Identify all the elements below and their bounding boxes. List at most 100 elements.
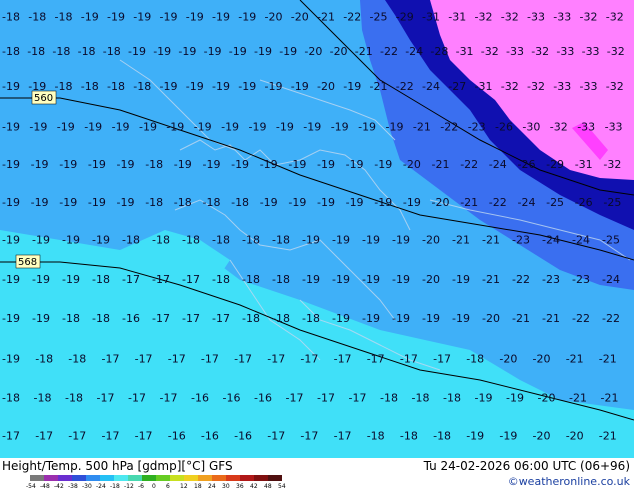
- map-title: Height/Temp. 500 hPa [gdmp][°C] GFS: [2, 459, 233, 473]
- temperature-label: -18: [443, 392, 461, 405]
- temperature-label: -31: [422, 10, 440, 23]
- temperature-label: -19: [317, 158, 335, 171]
- scale-swatch: [184, 475, 198, 481]
- scale-label: -54: [26, 483, 36, 489]
- temperature-label: -18: [152, 234, 170, 247]
- temperature-label: -19: [422, 312, 440, 325]
- temperature-label: -19: [153, 45, 171, 58]
- temperature-label: -17: [35, 429, 53, 442]
- temperature-label: -18: [78, 45, 96, 58]
- temperature-label: -24: [489, 158, 507, 171]
- temperature-label: -20: [482, 312, 500, 325]
- temperature-label: -18: [380, 392, 398, 405]
- temperature-label: -17: [168, 353, 186, 366]
- scale-swatch: [128, 475, 142, 481]
- temperature-label: -20: [533, 353, 551, 366]
- temperature-label: -32: [606, 80, 624, 93]
- temperature-label: -19: [81, 10, 99, 23]
- temperature-label: -19: [57, 121, 75, 134]
- temperature-label: -22: [460, 158, 478, 171]
- map-footer: Height/Temp. 500 hPa [gdmp][°C] GFS Tu 2…: [0, 458, 634, 490]
- temperature-label: -19: [238, 10, 256, 23]
- scale-swatch: [114, 475, 128, 481]
- temperature-label: -17: [160, 392, 178, 405]
- temperature-label: -17: [201, 353, 219, 366]
- temperature-label: -29: [396, 10, 414, 23]
- temperature-label: -32: [550, 121, 568, 134]
- temperature-label: -17: [152, 273, 170, 286]
- temperature-label: -19: [194, 121, 212, 134]
- temperature-label: -19: [84, 121, 102, 134]
- temperature-label: -19: [303, 121, 321, 134]
- temperature-label: -19: [88, 158, 106, 171]
- temperature-label: -19: [291, 80, 309, 93]
- temperature-label: -19: [332, 234, 350, 247]
- temperature-label: -20: [330, 45, 348, 58]
- temperature-label: -32: [527, 80, 545, 93]
- temperature-label: -19: [128, 45, 146, 58]
- scale-label: 54: [278, 483, 286, 489]
- temperature-label: -26: [518, 158, 536, 171]
- temperature-label: -20: [538, 392, 556, 405]
- temperature-label: -25: [546, 196, 564, 209]
- temperature-label: -18: [203, 196, 221, 209]
- temperature-label: -19: [112, 121, 130, 134]
- temperature-label: -16: [191, 392, 209, 405]
- temperature-label: -21: [355, 45, 373, 58]
- scale-label: 6: [166, 483, 170, 489]
- temperature-label: -20: [432, 196, 450, 209]
- temperature-label: -17: [68, 429, 86, 442]
- temperature-label: -19: [212, 10, 230, 23]
- temperature-label: -18: [412, 392, 430, 405]
- temperature-label: -19: [332, 312, 350, 325]
- temperature-label: -19: [2, 80, 20, 93]
- temperature-label: -23: [572, 273, 590, 286]
- credit-link[interactable]: ©weatheronline.co.uk: [508, 475, 630, 488]
- temperature-label: -19: [238, 80, 256, 93]
- temperature-label: -17: [182, 312, 200, 325]
- temperature-label: -18: [242, 312, 260, 325]
- temperature-label: -19: [302, 234, 320, 247]
- temperature-label: -20: [304, 45, 322, 58]
- temperature-label: -31: [575, 158, 593, 171]
- temperature-label: -19: [32, 234, 50, 247]
- temperature-label: -19: [117, 158, 135, 171]
- temperature-label: -19: [92, 234, 110, 247]
- temperature-label: -18: [212, 273, 230, 286]
- temperature-label: -20: [403, 158, 421, 171]
- temperature-label: -18: [62, 312, 80, 325]
- scale-label: -18: [110, 483, 120, 489]
- temperature-label: -18: [28, 10, 46, 23]
- scale-swatch: [142, 475, 156, 481]
- temperature-label: -19: [2, 353, 20, 366]
- temperature-label: -19: [392, 273, 410, 286]
- temperature-label: -18: [212, 234, 230, 247]
- scale-swatch: [86, 475, 100, 481]
- temperature-label: -17: [286, 392, 304, 405]
- temperature-label: -19: [452, 273, 470, 286]
- temperature-label: -18: [145, 158, 163, 171]
- temperature-label: -21: [542, 312, 560, 325]
- temperature-label: -17: [400, 353, 418, 366]
- temperature-label: -19: [2, 196, 20, 209]
- temperature-label: -29: [546, 158, 564, 171]
- temperature-label: -19: [358, 121, 376, 134]
- temperature-label: -19: [117, 196, 135, 209]
- temperature-label: -21: [512, 312, 530, 325]
- temperature-label: -18: [2, 10, 20, 23]
- temperature-label: -19: [29, 121, 47, 134]
- scale-swatch: [226, 475, 240, 481]
- temperature-label: -18: [65, 392, 83, 405]
- temperature-label: -20: [499, 353, 517, 366]
- temperature-label: -22: [572, 312, 590, 325]
- scale-label: 0: [152, 483, 156, 489]
- temperature-label: -16: [201, 429, 219, 442]
- temperature-label: -18: [182, 234, 200, 247]
- temperature-label: -33: [556, 45, 574, 58]
- temperature-label: -23: [512, 234, 530, 247]
- temperature-label: -33: [582, 45, 600, 58]
- temperature-label: -17: [128, 392, 146, 405]
- temperature-label: -26: [495, 121, 513, 134]
- scale-swatch: [58, 475, 72, 481]
- temperature-label: -18: [2, 45, 20, 58]
